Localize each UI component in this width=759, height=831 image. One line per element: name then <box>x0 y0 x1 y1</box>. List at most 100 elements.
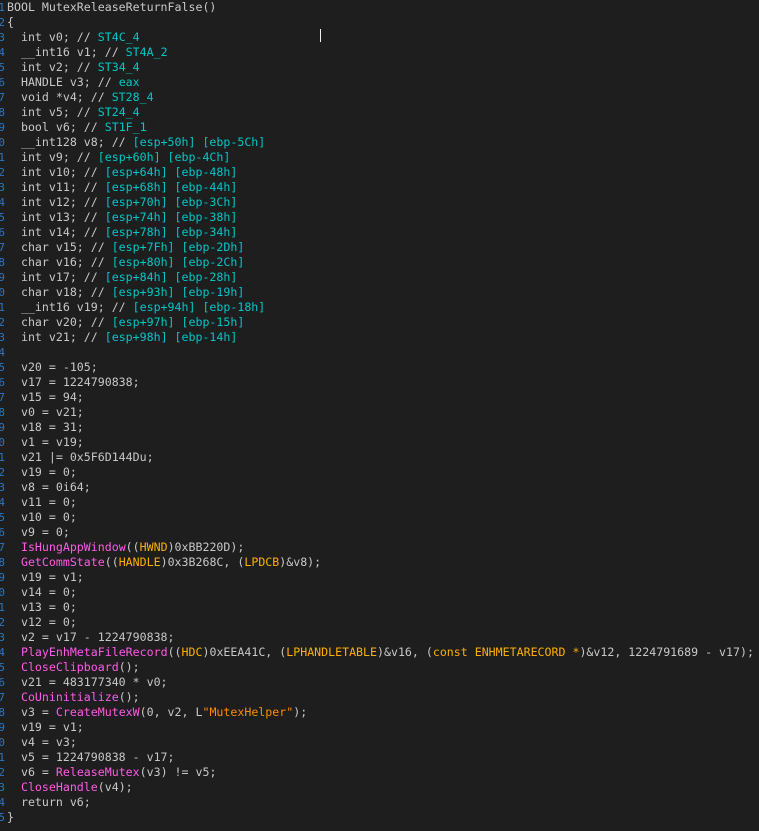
line-number: 8 <box>0 406 5 419</box>
code-line[interactable]: 1 v13 = 0; <box>0 600 759 615</box>
code-line[interactable]: 2 v6 = ReleaseMutex(v3) != v5; <box>0 765 759 780</box>
code-token: v19 = 0; <box>7 465 77 479</box>
code-line[interactable]: 4 PlayEnhMetaFileRecord((HDC)0xEEA41C, (… <box>0 645 759 660</box>
code-line[interactable]: 8 int v5; // ST24_4 <box>0 105 759 120</box>
code-line[interactable]: 7 void *v4; // ST28_4 <box>0 90 759 105</box>
function-name[interactable]: GetCommState <box>21 555 105 569</box>
code-line[interactable]: 8 v3 = CreateMutexW(0, v2, L"MutexHelper… <box>0 705 759 720</box>
code-line[interactable]: 4 return v6; <box>0 795 759 810</box>
line-number: 9 <box>0 571 5 584</box>
function-name[interactable]: PlayEnhMetaFileRecord <box>21 645 168 659</box>
code-token: int v5; // <box>7 105 98 119</box>
code-line[interactable]: 5} <box>0 810 759 825</box>
code-line[interactable]: 3 v2 = v17 - 1224790838; <box>0 630 759 645</box>
code-line[interactable]: 0 char v18; // [esp+93h] [ebp-19h] <box>0 285 759 300</box>
code-line[interactable]: 7 IsHungAppWindow((HWND)0xBB220D); <box>0 540 759 555</box>
code-line[interactable]: 9 v19 = v1; <box>0 720 759 735</box>
code-token: )0xEEA41C, ( <box>202 645 287 659</box>
line-text: int v10; // [esp+64h] [ebp-48h] <box>7 165 237 180</box>
line-text: int v14; // [esp+78h] [ebp-34h] <box>7 225 237 240</box>
code-line[interactable]: 4 __int16 v1; // ST4A_2 <box>0 45 759 60</box>
code-line[interactable]: 3 int v0; // ST4C_4 <box>0 30 759 45</box>
code-line[interactable]: 3 CloseHandle(v4); <box>0 780 759 795</box>
code-line[interactable]: 1 v21 |= 0x5F6D144Du; <box>0 450 759 465</box>
code-line[interactable]: 6 HANDLE v3; // eax <box>0 75 759 90</box>
code-token: v14 = 0; <box>7 585 77 599</box>
function-name[interactable]: CreateMutexW <box>56 705 140 719</box>
register-comment: ST34_4 <box>97 60 140 74</box>
line-number: 8 <box>0 256 5 269</box>
line-number: 8 <box>0 106 5 119</box>
line-number: 5 <box>0 61 5 74</box>
code-line[interactable]: 4 int v12; // [esp+70h] [ebp-3Ch] <box>0 195 759 210</box>
code-line[interactable]: 0 v4 = v3; <box>0 735 759 750</box>
code-line[interactable]: 6 int v14; // [esp+78h] [ebp-34h] <box>0 225 759 240</box>
line-number: 5 <box>0 361 5 374</box>
code-line[interactable]: 3 int v11; // [esp+68h] [ebp-44h] <box>0 180 759 195</box>
code-line[interactable]: 2 v19 = 0; <box>0 465 759 480</box>
code-line[interactable]: 2{ <box>0 15 759 30</box>
code-line[interactable]: 7 v15 = 94; <box>0 390 759 405</box>
line-number: 9 <box>0 721 5 734</box>
code-line[interactable]: 5 int v13; // [esp+74h] [ebp-38h] <box>0 210 759 225</box>
code-line[interactable]: 1 __int16 v19; // [esp+94h] [ebp-18h] <box>0 300 759 315</box>
line-number: 3 <box>0 331 5 344</box>
code-line[interactable]: 2 char v20; // [esp+97h] [ebp-15h] <box>0 315 759 330</box>
code-line[interactable]: 1 v5 = 1224790838 - v17; <box>0 750 759 765</box>
code-line[interactable]: 4 v11 = 0; <box>0 495 759 510</box>
code-line[interactable]: 7 char v15; // [esp+7Fh] [ebp-2Dh] <box>0 240 759 255</box>
line-number: 0 <box>0 436 5 449</box>
line-number: 1 <box>0 751 5 764</box>
code-token: ); <box>293 705 308 719</box>
code-line[interactable]: 0 v1 = v19; <box>0 435 759 450</box>
code-line[interactable]: 6 v9 = 0; <box>0 525 759 540</box>
register-comment: [esp+70h] [ebp-3Ch] <box>104 195 238 209</box>
code-line[interactable]: 6 v17 = 1224790838; <box>0 375 759 390</box>
code-line[interactable]: 9 v19 = v1; <box>0 570 759 585</box>
line-text: CloseClipboard(); <box>7 660 140 675</box>
code-line[interactable]: 2 int v10; // [esp+64h] [ebp-48h] <box>0 165 759 180</box>
line-text: HANDLE v3; // eax <box>7 75 140 90</box>
register-comment: [esp+60h] [ebp-4Ch] <box>97 150 231 164</box>
code-line[interactable]: 9 int v17; // [esp+84h] [ebp-28h] <box>0 270 759 285</box>
line-text: char v16; // [esp+80h] [ebp-2Ch] <box>7 255 244 270</box>
code-line[interactable]: 4 <box>0 345 759 360</box>
code-line[interactable]: 3 v8 = 0i64; <box>0 480 759 495</box>
code-token: { <box>7 15 14 29</box>
code-line[interactable]: 0 __int128 v8; // [esp+50h] [ebp-5Ch] <box>0 135 759 150</box>
code-line[interactable]: 1 int v9; // [esp+60h] [ebp-4Ch] <box>0 150 759 165</box>
line-number: 6 <box>0 76 5 89</box>
code-editor[interactable]: 1 BOOL MutexReleaseReturnFalse() 2{3 int v… <box>0 0 759 831</box>
code-line[interactable]: 8 GetCommState((HANDLE)0x3B268C, (LPDCB)… <box>0 555 759 570</box>
code-line[interactable]: 5 CloseClipboard(); <box>0 660 759 675</box>
code-line[interactable]: 5 v10 = 0; <box>0 510 759 525</box>
function-name[interactable]: IsHungAppWindow <box>21 540 126 554</box>
line-number: 4 <box>0 196 5 209</box>
line-text: char v20; // [esp+97h] [ebp-15h] <box>7 315 244 330</box>
line-number: 7 <box>0 391 5 404</box>
code-line[interactable]: 5 int v2; // ST34_4 <box>0 60 759 75</box>
code-line[interactable]: 3 int v21; // [esp+98h] [ebp-14h] <box>0 330 759 345</box>
code-line[interactable]: 0 v14 = 0; <box>0 585 759 600</box>
code-line[interactable]: 2 v12 = 0; <box>0 615 759 630</box>
code-line[interactable]: 5 v20 = -105; <box>0 360 759 375</box>
function-name[interactable]: CloseClipboard <box>21 660 119 674</box>
function-name[interactable]: CloseHandle <box>21 780 98 794</box>
line-text: bool v6; // ST1F_1 <box>7 120 147 135</box>
line-number: 6 <box>0 526 5 539</box>
function-name[interactable]: CoUninitialize <box>21 690 119 704</box>
line-text: v20 = -105; <box>7 360 98 375</box>
code-line[interactable]: 1 BOOL MutexReleaseReturnFalse() <box>0 0 759 15</box>
code-line[interactable]: 6 v21 = 483177340 * v0; <box>0 675 759 690</box>
code-line[interactable]: 8 v0 = v21; <box>0 405 759 420</box>
code-line[interactable]: 8 char v16; // [esp+80h] [ebp-2Ch] <box>0 255 759 270</box>
code-line[interactable]: 9 bool v6; // ST1F_1 <box>0 120 759 135</box>
code-line[interactable]: 7 CoUninitialize(); <box>0 690 759 705</box>
code-line[interactable]: 9 v18 = 31; <box>0 420 759 435</box>
line-text: v21 = 483177340 * v0; <box>7 675 168 690</box>
line-number: 4 <box>0 496 5 509</box>
code-token: __int16 v1; // <box>7 45 126 59</box>
line-number: 3 <box>0 31 5 44</box>
function-name[interactable]: ReleaseMutex <box>56 765 140 779</box>
